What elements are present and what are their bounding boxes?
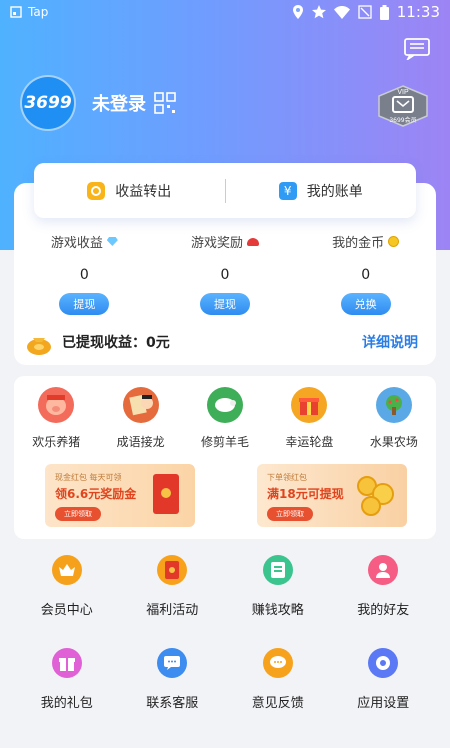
menu-welfare[interactable]: 福利活动 — [120, 555, 226, 618]
gold-coins-icon — [357, 476, 394, 516]
menu-feedback[interactable]: 意见反馈 — [225, 648, 331, 711]
star-icon — [311, 5, 326, 19]
stat-game-rewards: 游戏奖励 0 提现 — [155, 232, 296, 315]
profile-section[interactable]: 3699 未登录 — [20, 75, 176, 131]
avatar[interactable]: 3699 — [20, 75, 76, 131]
crown-icon — [51, 555, 82, 585]
account-shortcuts: 收益转出 ¥ 我的账单 — [34, 163, 416, 218]
stat-value: 0 — [361, 267, 371, 283]
game-idiom[interactable]: 成语接龙 — [98, 387, 182, 450]
gold-coin-icon — [388, 236, 400, 247]
withdraw-button[interactable]: 提现 — [59, 293, 110, 315]
game-name: 成语接龙 — [116, 435, 165, 449]
games-row: 欢乐养猪 成语接龙 修剪羊毛 幸运轮盘 水果农场 — [14, 387, 436, 450]
menu-settings[interactable]: 应用设置 — [331, 648, 437, 711]
menu-label: 赚钱攻略 — [251, 603, 304, 618]
menu-gift-pack[interactable]: 我的礼包 — [14, 648, 120, 711]
stat-label: 我的金币 — [332, 236, 385, 251]
banner-caption: 下单领红包 — [267, 473, 307, 482]
status-bar: Tap 11:33 — [0, 0, 450, 24]
transfer-earnings-button[interactable]: 收益转出 — [34, 163, 225, 218]
cash-reward-banner[interactable]: 现金红包 每天可领 领6.6元奖励金 立即领取 — [45, 464, 195, 527]
feedback-icon — [262, 648, 293, 678]
game-name: 修剪羊毛 — [201, 435, 250, 449]
game-pig[interactable]: 欢乐养猪 — [14, 387, 98, 450]
gift-card-icon — [157, 555, 188, 585]
banner-title: 满18元可提现 — [267, 487, 344, 501]
stat-game-earnings: 游戏收益 0 提现 — [14, 232, 155, 315]
settings-icon — [368, 648, 399, 678]
book-icon — [262, 555, 293, 585]
qr-code-icon[interactable] — [154, 92, 176, 114]
game-wheel[interactable]: 幸运轮盘 — [267, 387, 351, 450]
game-sheep[interactable]: 修剪羊毛 — [183, 387, 267, 450]
withdraw-button[interactable]: 提现 — [200, 293, 250, 315]
wallet-icon: ¥ — [278, 181, 297, 200]
fruit-farm-icon — [375, 387, 412, 423]
game-name: 幸运轮盘 — [285, 435, 334, 449]
claim-now-button[interactable]: 立即领取 — [267, 507, 313, 521]
exchange-button[interactable]: 兑换 — [340, 293, 391, 315]
withdrawn-summary: 已提现收益：0元 详细说明 — [14, 326, 436, 358]
claim-now-button[interactable]: 立即领取 — [55, 507, 101, 521]
money-bag-icon — [27, 338, 51, 355]
menu-label: 意见反馈 — [251, 696, 304, 711]
vip-sub-label: 3699会员 — [389, 116, 416, 124]
battery-icon — [379, 4, 389, 20]
my-bill-button[interactable]: ¥ 我的账单 — [226, 163, 417, 218]
menu-label: 我的好友 — [357, 603, 410, 618]
stat-my-coins: 我的金币 0 兑换 — [295, 232, 436, 315]
idiom-icon — [122, 387, 159, 423]
gem-icon — [106, 237, 118, 246]
gallery-notification-icon — [10, 6, 22, 18]
clock: 11:33 — [396, 3, 440, 21]
stat-label: 游戏收益 — [50, 236, 103, 251]
menu-label: 我的礼包 — [40, 696, 93, 711]
menu-customer-service[interactable]: 联系客服 — [120, 648, 226, 711]
game-name: 水果农场 — [369, 435, 418, 449]
game-name: 欢乐养猪 — [32, 435, 81, 449]
stat-label: 游戏奖励 — [191, 236, 244, 251]
game-farm[interactable]: 水果农场 — [352, 387, 436, 450]
login-status[interactable]: 未登录 — [92, 90, 146, 116]
menu-label: 联系客服 — [146, 696, 199, 711]
sheep-icon — [207, 387, 244, 423]
message-icon[interactable] — [404, 38, 430, 60]
stat-value: 0 — [220, 267, 230, 283]
menu-label: 福利活动 — [146, 603, 199, 618]
avatar-logo-text: 3699 — [24, 93, 72, 113]
detail-link[interactable]: 详细说明 — [362, 332, 418, 352]
menu-label: 应用设置 — [357, 696, 410, 711]
stats-row: 游戏收益 0 提现 游戏奖励 0 提现 我的金币 0 兑换 — [14, 232, 436, 315]
stat-value: 0 — [79, 267, 89, 283]
friend-icon — [368, 555, 399, 585]
withdrawn-amount: 已提现收益：0元 — [62, 335, 170, 351]
giftbox-icon — [51, 648, 82, 678]
transfer-label: 收益转出 — [115, 183, 172, 200]
pig-icon — [38, 387, 75, 423]
menu-label: 会员中心 — [40, 603, 93, 618]
menu-earning-guide[interactable]: 赚钱攻略 — [225, 555, 331, 618]
account-label: 我的账单 — [306, 183, 363, 200]
lucky-wheel-icon — [291, 387, 328, 423]
signal-off-icon — [358, 5, 372, 19]
menu-grid: 会员中心 福利活动 赚钱攻略 我的好友 我的礼包 联系客服 意见反馈 应用设置 — [14, 555, 436, 711]
vip-label: VIP — [397, 89, 409, 96]
banner-title: 领6.6元奖励金 — [55, 487, 137, 501]
chat-icon — [157, 648, 188, 678]
red-packet-icon — [153, 474, 179, 514]
menu-vip-center[interactable]: 会员中心 — [14, 555, 120, 618]
coin-icon — [87, 181, 106, 200]
app-label: Tap — [28, 5, 49, 19]
order-reward-banner[interactable]: 下单领红包 满18元可提现 立即领取 — [257, 464, 407, 527]
location-icon — [292, 5, 303, 19]
banner-caption: 现金红包 每天可领 — [55, 473, 122, 482]
heart-icon — [247, 237, 260, 246]
menu-friends[interactable]: 我的好友 — [331, 555, 437, 618]
wifi-icon — [333, 5, 350, 19]
vip-badge-icon[interactable]: VIP 3699会员 — [374, 84, 432, 128]
